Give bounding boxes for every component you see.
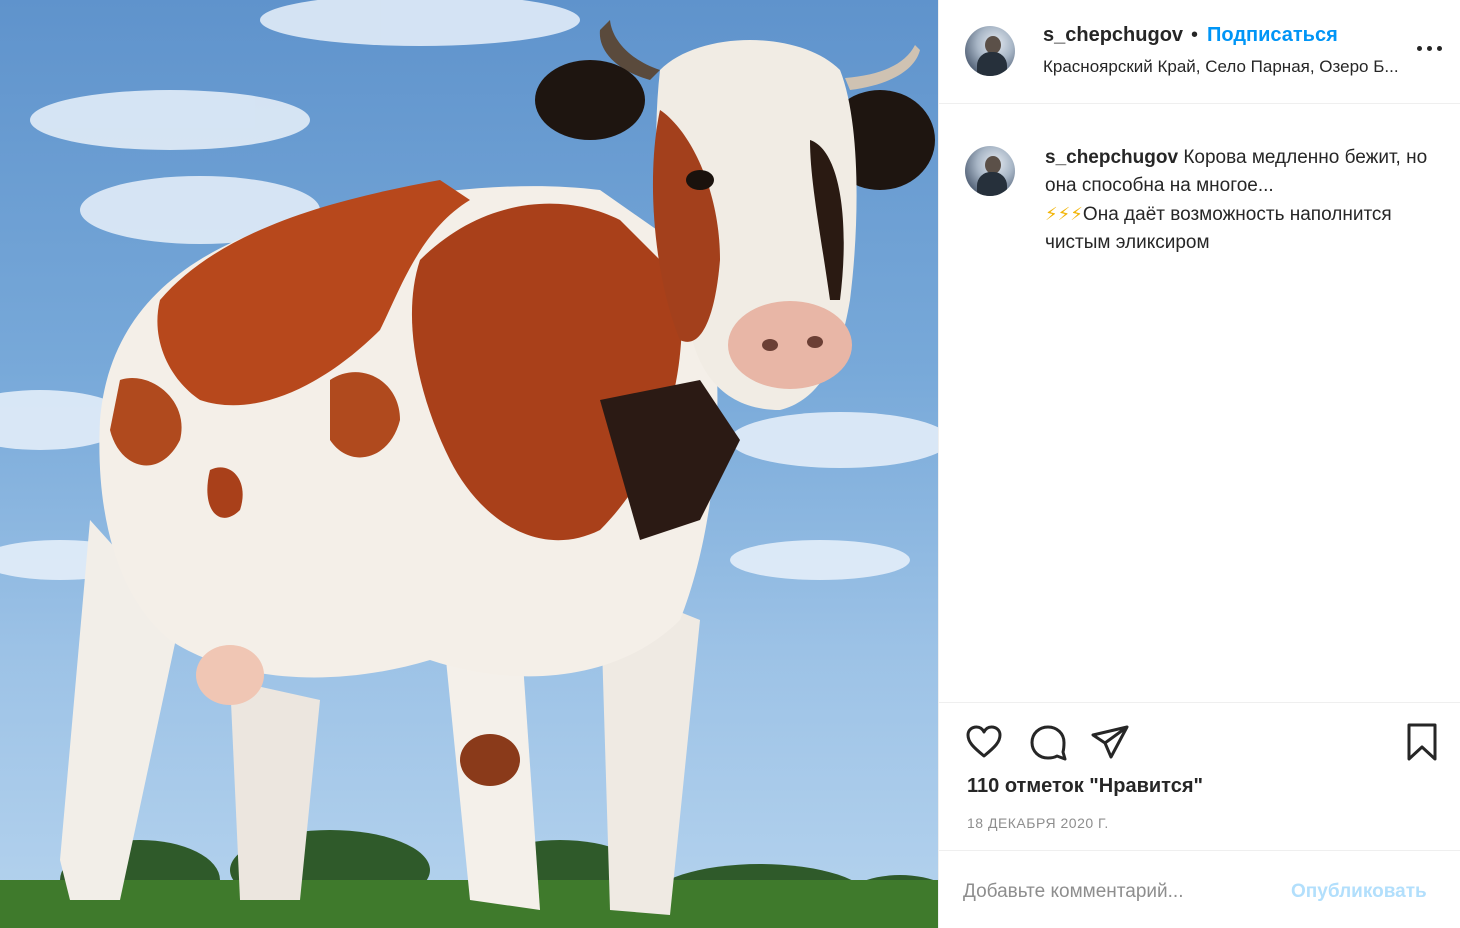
post-actions: 110 отметок "Нравится" 18 ДЕКАБРЯ 2020 Г… [939,702,1460,850]
more-horizontal-icon[interactable] [1415,38,1445,58]
post-date[interactable]: 18 ДЕКАБРЯ 2020 Г. [967,815,1109,831]
post-header: s_chepchugov • Подписаться Красноярский … [939,0,1460,104]
publish-button[interactable]: Опубликовать [1291,881,1427,903]
cow-photo [0,0,938,928]
avatar[interactable] [965,26,1015,76]
likes-count[interactable]: 110 отметок "Нравится" [967,775,1203,798]
comment-bar: Опубликовать [939,850,1460,928]
caption-text: s_chepchugov Корова медленно бежит, но о… [1045,144,1435,257]
comment-icon[interactable] [1027,721,1069,763]
post-sidebar: s_chepchugov • Подписаться Красноярский … [938,0,1460,928]
lightning-emoji: ⚡⚡⚡ [1045,204,1083,224]
post-username[interactable]: s_chepchugov [1043,24,1183,47]
caption-avatar[interactable] [965,146,1015,196]
bookmark-icon[interactable] [1401,721,1443,763]
share-icon[interactable] [1089,721,1131,763]
cow-body [99,180,740,705]
follow-button[interactable]: Подписаться [1207,24,1338,47]
post-photo[interactable] [0,0,938,928]
caption-username[interactable]: s_chepchugov [1045,147,1178,168]
caption-part2: Она даёт возможность наполнится чистым э… [1045,204,1392,253]
post-location[interactable]: Красноярский Край, Село Парная, Озеро Б.… [1043,57,1439,77]
heart-icon[interactable] [963,721,1005,763]
comment-input[interactable] [963,877,1263,907]
separator-dot: • [1191,24,1199,46]
